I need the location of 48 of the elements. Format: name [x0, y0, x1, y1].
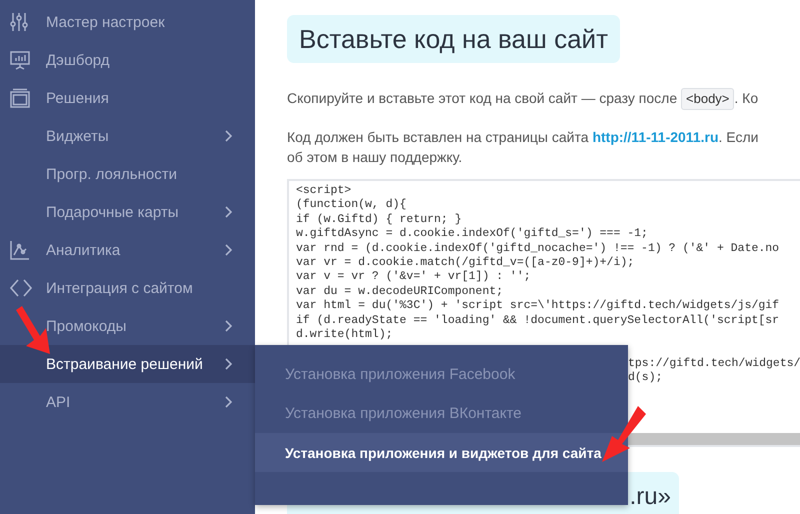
window-icon [10, 88, 30, 108]
sidebar-item[interactable]: Аналитика [0, 231, 255, 269]
section-heading: .ru» [630, 482, 671, 512]
code-tag: <body> [681, 88, 734, 110]
sidebar-item[interactable]: Дэшборд [0, 41, 255, 79]
sidebar-item[interactable]: Встраивание решений [0, 345, 255, 383]
code-line: w.giftdAsync = d.cookie.indexOf('giftd_s=') === -1; [296, 227, 648, 240]
chart-icon [10, 240, 30, 260]
code-line: var rnd = (d.cookie.indexOf('giftd_nocache=') !== -1) ? ('&' + Date.no [296, 242, 780, 255]
sidebar-item[interactable]: Промокоды [0, 307, 255, 345]
submenu-item[interactable]: Установка приложения ВКонтакте [255, 394, 628, 433]
submenu-item[interactable]: Установка приложения Facebook [255, 355, 628, 394]
sidebar-item[interactable]: Интеграция с сайтом [0, 269, 255, 307]
code-line: d(s); [628, 371, 663, 384]
chevron-icon [225, 206, 233, 218]
code-line: tps://giftd.tech/widgets/ [628, 356, 800, 370]
sidebar-item[interactable]: API [0, 383, 255, 421]
note-text: об этом в нашу поддержку. [287, 149, 462, 165]
chevron-icon [225, 396, 233, 408]
chevron-icon [225, 320, 233, 332]
sidebar-item[interactable]: Решения [0, 79, 255, 117]
code-line: (function(w, d){ [296, 198, 406, 212]
sidebar-item[interactable]: Подарочные карты [0, 193, 255, 231]
code-line: if (d.readyState == 'loading' && !document.querySelectorAll('script[sr [296, 314, 780, 327]
sidebar-item[interactable]: Виджеты [0, 117, 255, 155]
sidebar-item[interactable]: Прогр. лояльности [0, 155, 255, 193]
site-link[interactable]: http://11-11-2011.ru [592, 129, 718, 145]
code-line: <script> [296, 184, 352, 197]
chevron-icon [225, 244, 233, 256]
code-line: var vr = d.cookie.match(/giftd_v=([a-z0-9]+)+/i); [296, 256, 634, 269]
chevron-icon [225, 130, 233, 142]
code-line: var html = du('%3C') + 'script src=\'https://giftd.tech/widgets/js/gif [296, 299, 780, 312]
intro-text: . Ко [734, 90, 758, 106]
sidebar-item[interactable]: Мастер настроек [0, 3, 255, 41]
intro-text: Скопируйте и вставьте этот код на свой сайт — сразу после [287, 90, 678, 106]
chevron-icon [225, 358, 233, 370]
code-line: var v = vr ? ('&v=' + vr[1]) : ''; [296, 270, 531, 284]
note-text: Код должен быть вставлен на страницы сайта [287, 129, 589, 145]
sliders-icon [10, 12, 28, 32]
code-line: if (w.Giftd) { return; } [296, 212, 462, 226]
code-line: var du = w.decodeURIComponent; [296, 284, 504, 298]
code-icon [10, 279, 32, 297]
code-line: d.write(html); [296, 328, 393, 341]
page-title: Вставьте код на ваш сайт [287, 15, 620, 63]
annotation-arrow [600, 406, 648, 464]
presentation-board-icon [10, 50, 30, 70]
submenu-item[interactable]: Установка приложения и виджетов для сайта [255, 433, 628, 472]
note-text: . Если [718, 129, 758, 145]
